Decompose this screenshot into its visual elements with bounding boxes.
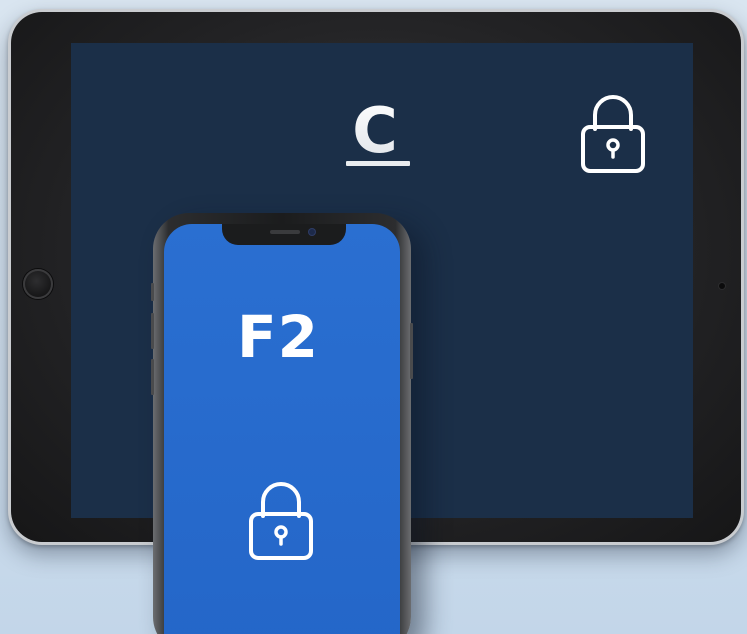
phone-side-button [151, 359, 154, 395]
c-logo-letter: C [352, 102, 398, 167]
phone-side-button [410, 323, 413, 379]
tablet-camera-icon [719, 283, 725, 289]
phone-screen: F2 [164, 224, 400, 634]
tablet-home-button[interactable] [23, 269, 53, 299]
phone-notch [222, 224, 346, 245]
c-logo-underline [346, 161, 410, 166]
lock-icon[interactable] [248, 480, 314, 560]
phone-camera-icon [309, 229, 315, 235]
phone-app-label: F2 [237, 303, 319, 371]
phone-side-button [151, 313, 154, 349]
lock-icon[interactable] [580, 93, 646, 173]
c-logo-icon: C [346, 102, 410, 167]
phone-side-button [151, 283, 154, 301]
phone-speaker [270, 230, 300, 234]
phone-device: F2 [151, 213, 413, 634]
